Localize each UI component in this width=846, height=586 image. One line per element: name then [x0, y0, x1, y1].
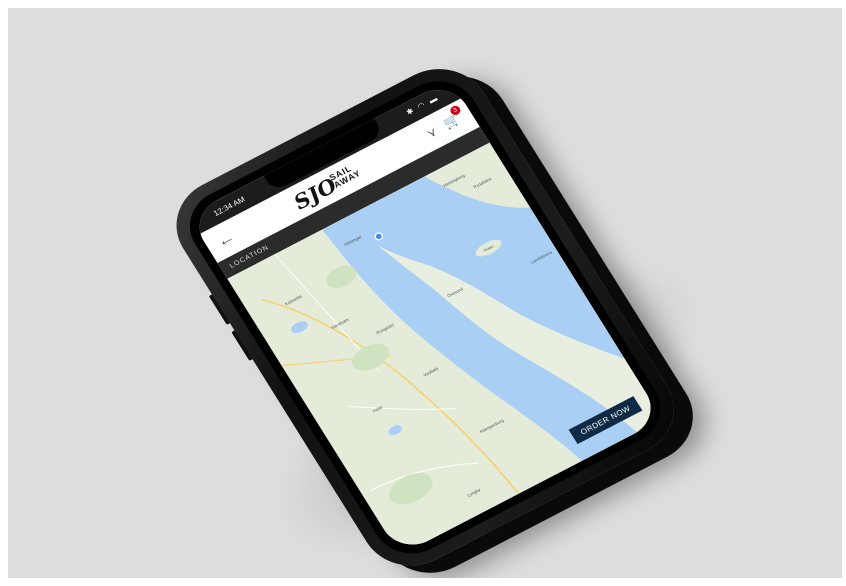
phone-mockup: 12:34 AM ✱ ◠ ▬ ← SJO SAIL AWAY ⋎ 🛒 3 LOC: [158, 52, 693, 578]
filter-icon[interactable]: ⋎: [424, 125, 440, 141]
map-label: Öresund: [446, 286, 464, 298]
app-screen: 12:34 AM ✱ ◠ ▬ ← SJO SAIL AWAY ⋎ 🛒 3 LOC: [187, 79, 663, 556]
back-arrow-icon[interactable]: ←: [213, 228, 239, 252]
scene-background: 12:34 AM ✱ ◠ ▬ ← SJO SAIL AWAY ⋎ 🛒 3 LOC: [8, 8, 842, 578]
